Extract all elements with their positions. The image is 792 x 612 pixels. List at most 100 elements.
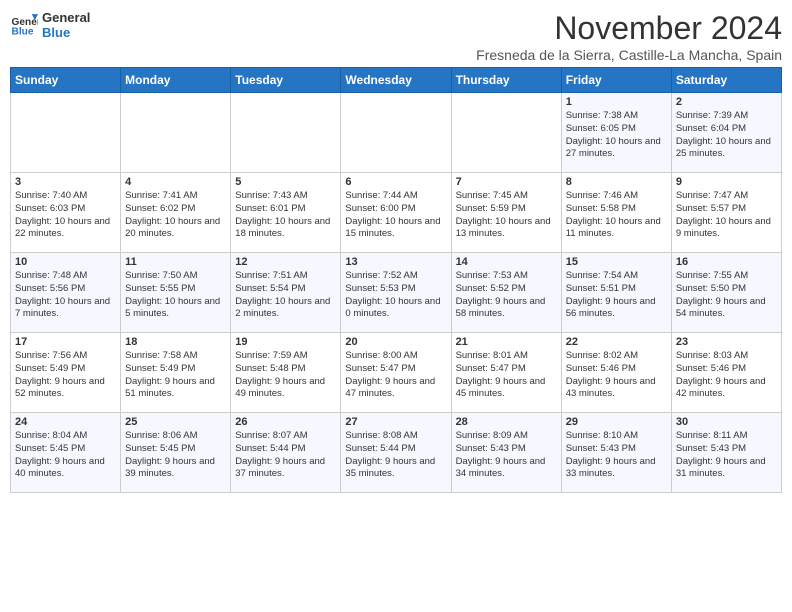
day-number: 11	[125, 256, 226, 268]
calendar-cell: 1 Sunrise: 7:38 AM Sunset: 6:05 PM Daylig…	[561, 93, 671, 173]
calendar-cell: 26Sunrise: 8:07 AM Sunset: 5:44 PM Dayli…	[231, 413, 341, 493]
day-number: 12	[235, 256, 336, 268]
calendar-cell: 6 Sunrise: 7:44 AM Sunset: 6:00 PM Daylig…	[341, 173, 451, 253]
day-number: 3	[15, 176, 116, 188]
calendar-cell: 24Sunrise: 8:04 AM Sunset: 5:45 PM Dayli…	[11, 413, 121, 493]
day-info: Sunrise: 7:38 AM Sunset: 6:05 PM Dayligh…	[566, 110, 667, 161]
logo-line1: General	[42, 10, 90, 25]
day-info: Sunrise: 7:43 AM Sunset: 6:01 PM Dayligh…	[235, 190, 336, 241]
day-info: Sunrise: 7:46 AM Sunset: 5:58 PM Dayligh…	[566, 190, 667, 241]
calendar-cell: 28 Sunrise: 8:09 AM Sunset: 5:43 PM Dayli…	[451, 413, 561, 493]
weekday-header-friday: Friday	[561, 68, 671, 93]
weekday-header-wednesday: Wednesday	[341, 68, 451, 93]
calendar-cell: 3 Sunrise: 7:40 AM Sunset: 6:03 PM Daylig…	[11, 173, 121, 253]
calendar-cell: 11Sunrise: 7:50 AM Sunset: 5:55 PM Dayli…	[121, 253, 231, 333]
day-number: 29	[566, 416, 667, 428]
calendar-cell: 8 Sunrise: 7:46 AM Sunset: 5:58 PM Daylig…	[561, 173, 671, 253]
day-info: Sunrise: 7:51 AM Sunset: 5:54 PM Dayligh…	[235, 270, 336, 321]
calendar-header: SundayMondayTuesdayWednesdayThursdayFrid…	[11, 68, 782, 93]
day-number: 28	[456, 416, 557, 428]
calendar-week-3: 10 Sunrise: 7:48 AM Sunset: 5:56 PM Dayli…	[11, 253, 782, 333]
day-info: Sunrise: 8:07 AM Sunset: 5:44 PM Dayligh…	[235, 430, 336, 481]
svg-text:Blue: Blue	[12, 26, 34, 37]
day-number: 2	[676, 96, 777, 108]
day-info: Sunrise: 8:04 AM Sunset: 5:45 PM Dayligh…	[15, 430, 116, 481]
calendar-cell: 21 Sunrise: 8:01 AM Sunset: 5:47 PM Dayli…	[451, 333, 561, 413]
day-info: Sunrise: 7:40 AM Sunset: 6:03 PM Dayligh…	[15, 190, 116, 241]
day-info: Sunrise: 8:01 AM Sunset: 5:47 PM Dayligh…	[456, 350, 557, 401]
calendar-cell: 22Sunrise: 8:02 AM Sunset: 5:46 PM Dayli…	[561, 333, 671, 413]
day-number: 20	[345, 336, 446, 348]
day-info: Sunrise: 8:03 AM Sunset: 5:46 PM Dayligh…	[676, 350, 777, 401]
day-number: 1	[566, 96, 667, 108]
day-info: Sunrise: 8:08 AM Sunset: 5:44 PM Dayligh…	[345, 430, 446, 481]
day-info: Sunrise: 8:06 AM Sunset: 5:45 PM Dayligh…	[125, 430, 226, 481]
day-number: 21	[456, 336, 557, 348]
day-info: Sunrise: 7:54 AM Sunset: 5:51 PM Dayligh…	[566, 270, 667, 321]
day-number: 9	[676, 176, 777, 188]
day-info: Sunrise: 7:39 AM Sunset: 6:04 PM Dayligh…	[676, 110, 777, 161]
day-info: Sunrise: 7:45 AM Sunset: 5:59 PM Dayligh…	[456, 190, 557, 241]
calendar-cell: 17Sunrise: 7:56 AM Sunset: 5:49 PM Dayli…	[11, 333, 121, 413]
calendar-cell: 12 Sunrise: 7:51 AM Sunset: 5:54 PM Dayli…	[231, 253, 341, 333]
day-info: Sunrise: 8:10 AM Sunset: 5:43 PM Dayligh…	[566, 430, 667, 481]
day-number: 8	[566, 176, 667, 188]
day-number: 19	[235, 336, 336, 348]
day-number: 16	[676, 256, 777, 268]
logo-line2: Blue	[42, 25, 90, 40]
title-area: November 2024 Fresneda de la Sierra, Cas…	[476, 10, 782, 63]
calendar-body: 1 Sunrise: 7:38 AM Sunset: 6:05 PM Daylig…	[11, 93, 782, 493]
calendar-week-2: 3 Sunrise: 7:40 AM Sunset: 6:03 PM Daylig…	[11, 173, 782, 253]
day-number: 14	[456, 256, 557, 268]
calendar-cell: 23 Sunrise: 8:03 AM Sunset: 5:46 PM Dayli…	[671, 333, 781, 413]
location-subtitle: Fresneda de la Sierra, Castille-La Manch…	[476, 47, 782, 63]
month-title: November 2024	[476, 10, 782, 47]
calendar-cell: 9 Sunrise: 7:47 AM Sunset: 5:57 PM Daylig…	[671, 173, 781, 253]
calendar-cell: 16Sunrise: 7:55 AM Sunset: 5:50 PM Dayli…	[671, 253, 781, 333]
logo: General Blue General Blue	[10, 10, 90, 40]
day-info: Sunrise: 8:00 AM Sunset: 5:47 PM Dayligh…	[345, 350, 446, 401]
weekday-header-row: SundayMondayTuesdayWednesdayThursdayFrid…	[11, 68, 782, 93]
calendar-cell: 7Sunrise: 7:45 AM Sunset: 5:59 PM Daylig…	[451, 173, 561, 253]
day-number: 30	[676, 416, 777, 428]
calendar-cell: 25 Sunrise: 8:06 AM Sunset: 5:45 PM Dayli…	[121, 413, 231, 493]
calendar-cell: 20 Sunrise: 8:00 AM Sunset: 5:47 PM Dayli…	[341, 333, 451, 413]
day-number: 23	[676, 336, 777, 348]
day-info: Sunrise: 7:44 AM Sunset: 6:00 PM Dayligh…	[345, 190, 446, 241]
day-number: 5	[235, 176, 336, 188]
calendar-cell	[341, 93, 451, 173]
day-number: 10	[15, 256, 116, 268]
calendar-cell	[231, 93, 341, 173]
calendar-cell	[121, 93, 231, 173]
calendar-cell: 30 Sunrise: 8:11 AM Sunset: 5:43 PM Dayli…	[671, 413, 781, 493]
day-info: Sunrise: 7:53 AM Sunset: 5:52 PM Dayligh…	[456, 270, 557, 321]
calendar-week-1: 1 Sunrise: 7:38 AM Sunset: 6:05 PM Daylig…	[11, 93, 782, 173]
day-info: Sunrise: 7:48 AM Sunset: 5:56 PM Dayligh…	[15, 270, 116, 321]
calendar-cell: 2 Sunrise: 7:39 AM Sunset: 6:04 PM Daylig…	[671, 93, 781, 173]
day-info: Sunrise: 8:09 AM Sunset: 5:43 PM Dayligh…	[456, 430, 557, 481]
day-number: 27	[345, 416, 446, 428]
day-number: 22	[566, 336, 667, 348]
calendar-cell: 18 Sunrise: 7:58 AM Sunset: 5:49 PM Dayli…	[121, 333, 231, 413]
calendar-cell: 13 Sunrise: 7:52 AM Sunset: 5:53 PM Dayli…	[341, 253, 451, 333]
day-info: Sunrise: 7:41 AM Sunset: 6:02 PM Dayligh…	[125, 190, 226, 241]
day-info: Sunrise: 7:52 AM Sunset: 5:53 PM Dayligh…	[345, 270, 446, 321]
day-number: 15	[566, 256, 667, 268]
day-number: 25	[125, 416, 226, 428]
day-info: Sunrise: 7:56 AM Sunset: 5:49 PM Dayligh…	[15, 350, 116, 401]
calendar-cell: 29 Sunrise: 8:10 AM Sunset: 5:43 PM Dayli…	[561, 413, 671, 493]
calendar-cell: 19Sunrise: 7:59 AM Sunset: 5:48 PM Dayli…	[231, 333, 341, 413]
calendar-cell: 10 Sunrise: 7:48 AM Sunset: 5:56 PM Dayli…	[11, 253, 121, 333]
calendar-table: SundayMondayTuesdayWednesdayThursdayFrid…	[10, 67, 782, 493]
day-info: Sunrise: 8:11 AM Sunset: 5:43 PM Dayligh…	[676, 430, 777, 481]
day-info: Sunrise: 7:47 AM Sunset: 5:57 PM Dayligh…	[676, 190, 777, 241]
calendar-cell: 15 Sunrise: 7:54 AM Sunset: 5:51 PM Dayli…	[561, 253, 671, 333]
calendar-cell	[451, 93, 561, 173]
day-info: Sunrise: 7:58 AM Sunset: 5:49 PM Dayligh…	[125, 350, 226, 401]
weekday-header-thursday: Thursday	[451, 68, 561, 93]
calendar-cell	[11, 93, 121, 173]
day-number: 13	[345, 256, 446, 268]
day-number: 18	[125, 336, 226, 348]
day-number: 6	[345, 176, 446, 188]
calendar-week-5: 24Sunrise: 8:04 AM Sunset: 5:45 PM Dayli…	[11, 413, 782, 493]
